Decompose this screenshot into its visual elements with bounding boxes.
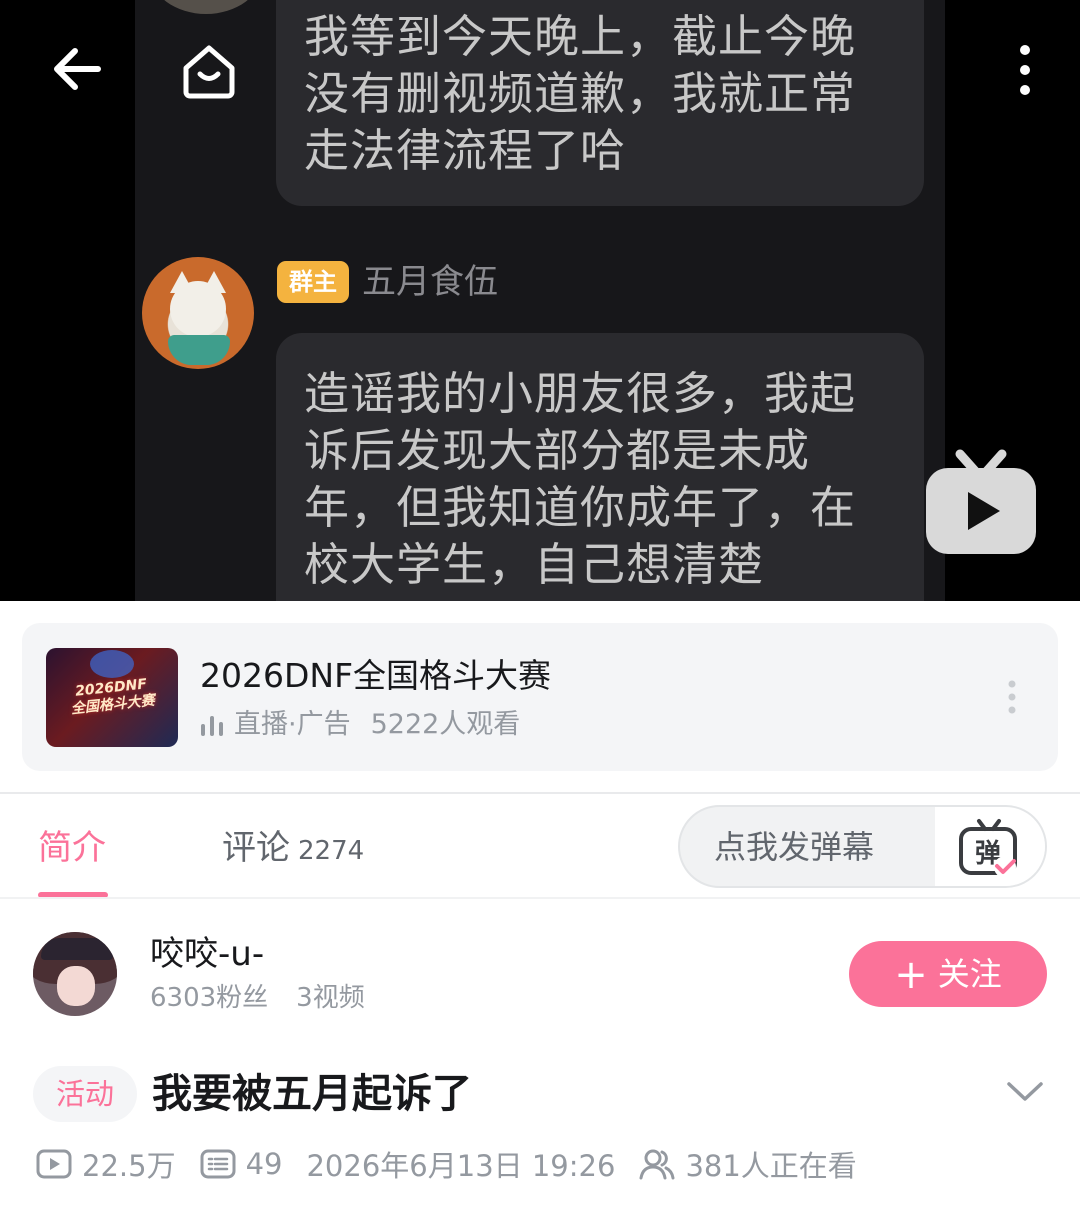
- chat-avatar-cat: [142, 257, 254, 369]
- chat-bubble-line: 年，但我知道你成年了，在: [304, 481, 857, 534]
- play-button-icon[interactable]: [924, 448, 1038, 556]
- live-ad-card[interactable]: 2026DNF 全国格斗大赛 2026DNF全国格斗大赛 直播·广告 5222人…: [22, 623, 1058, 771]
- danmaku-bar[interactable]: 点我发弹幕 弹: [678, 805, 1047, 888]
- back-arrow-icon[interactable]: [48, 40, 106, 98]
- tabs-divider: [0, 897, 1080, 899]
- chat-bubble-line: 没有删视频道歉，我就正常: [304, 67, 857, 120]
- live-bars-icon: [201, 716, 223, 736]
- tab-intro[interactable]: 简介: [38, 826, 106, 870]
- avatar[interactable]: [33, 932, 117, 1016]
- ad-more-icon[interactable]: [1002, 679, 1022, 715]
- chat-bubble-line: 走法律流程了哈: [304, 124, 627, 177]
- chevron-down-icon[interactable]: [1006, 1080, 1044, 1104]
- danmaku-input[interactable]: 点我发弹幕: [714, 825, 874, 869]
- group-owner-badge: 群主: [277, 261, 349, 303]
- ad-label: 直播·广告: [234, 709, 351, 740]
- chat-bubble-line: 我等到今天晚上，截止今晚: [304, 10, 857, 63]
- uploader-name[interactable]: 咬咬-u-: [150, 932, 264, 976]
- activity-tag[interactable]: 活动: [33, 1066, 137, 1122]
- fans-count: 6303粉丝: [150, 983, 269, 1013]
- ad-viewers: 5222人观看: [370, 709, 521, 740]
- more-vertical-icon[interactable]: [1002, 42, 1048, 98]
- chat-bubble-line: 造谣我的小朋友很多，我起: [304, 367, 857, 420]
- video-player[interactable]: 我等到今天晚上，截止今晚 没有删视频道歉，我就正常 走法律流程了哈 群主 五月食…: [0, 0, 1080, 601]
- chat-sender-name: 五月食伍: [362, 262, 498, 302]
- play-count: 22.5万: [82, 1149, 176, 1183]
- tab-comments[interactable]: 评论 2274: [222, 826, 364, 873]
- ad-thumbnail: 2026DNF 全国格斗大赛: [46, 648, 178, 747]
- chat-bubble-line: 校大学生，自己想清楚: [304, 538, 765, 591]
- follow-button[interactable]: + 关注: [849, 941, 1047, 1007]
- ad-title: 2026DNF全国格斗大赛: [200, 656, 552, 695]
- plus-icon: +: [894, 952, 928, 998]
- danmaku-toggle-button[interactable]: 弹: [935, 807, 1045, 886]
- comment-count: 2274: [298, 836, 365, 866]
- follow-label: 关注: [937, 955, 1002, 993]
- publish-datetime: 2026年6月13日 19:26: [306, 1149, 616, 1183]
- tab-comments-label: 评论: [222, 828, 290, 868]
- video-title: 我要被五月起诉了: [152, 1071, 472, 1117]
- video-count: 3视频: [296, 983, 365, 1013]
- danmaku-icon: 弹: [959, 819, 1017, 878]
- danmaku-count: 49: [245, 1147, 283, 1181]
- ad-meta: 直播·广告 5222人观看: [200, 707, 520, 743]
- uploader-stats: 6303粉丝 3视频: [150, 980, 365, 1016]
- chat-bubble-line: 诉后发现大部分都是未成: [304, 424, 811, 477]
- chat-bubble: 我等到今天晚上，截止今晚 没有删视频道歉，我就正常 走法律流程了哈: [276, 0, 924, 206]
- play-count-icon: [36, 1149, 72, 1179]
- section-divider: [0, 792, 1080, 794]
- viewers-icon: [639, 1149, 675, 1180]
- video-meta-row: 22.5万 49 2026年6月13日 19:26 381人正在看: [36, 1142, 857, 1186]
- watching-count: 381人正在看: [685, 1149, 857, 1183]
- danmaku-count-icon: [200, 1149, 236, 1179]
- home-icon[interactable]: [178, 40, 240, 102]
- chat-bubble: 造谣我的小朋友很多，我起 诉后发现大部分都是未成 年，但我知道你成年了，在 校大…: [276, 333, 924, 601]
